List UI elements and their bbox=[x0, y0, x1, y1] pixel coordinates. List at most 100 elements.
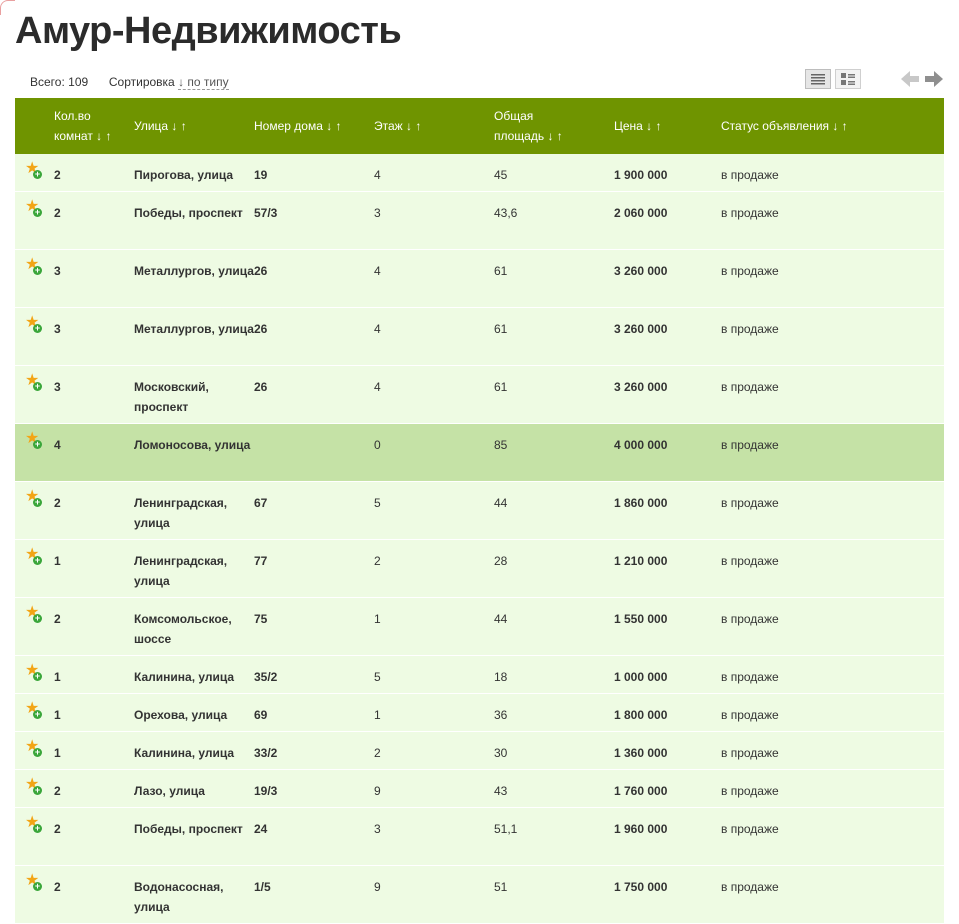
house-number: 33/2 bbox=[254, 731, 374, 770]
rooms-link[interactable]: 3 bbox=[54, 365, 134, 424]
header-status[interactable]: Статус объявления ↓ ↑ bbox=[721, 98, 944, 154]
rooms-link[interactable]: 1 bbox=[54, 693, 134, 732]
status: в продаже bbox=[721, 307, 944, 366]
price: 3 260 000 bbox=[614, 365, 721, 424]
rooms-link[interactable]: 1 bbox=[54, 731, 134, 770]
street-link[interactable]: Победы, проспект bbox=[134, 807, 254, 866]
street-link[interactable]: Ленинградская, улица bbox=[134, 539, 254, 598]
header-area-line1: Общая bbox=[494, 109, 534, 123]
area: 85 bbox=[494, 423, 614, 482]
rooms-link[interactable]: 1 bbox=[54, 655, 134, 694]
star-add-icon[interactable]: ★ + bbox=[25, 431, 42, 450]
table-row: ★ + 1 Калинина, улица 35/2 5 18 1 000 000… bbox=[15, 655, 944, 694]
floor: 3 bbox=[374, 807, 494, 866]
sort-by-type-link[interactable]: ↓ по типу bbox=[178, 75, 229, 90]
area: 51 bbox=[494, 865, 614, 924]
page-title: Амур-Недвижимость bbox=[15, 10, 402, 52]
grid-view-button[interactable] bbox=[835, 69, 861, 89]
star-add-icon[interactable]: ★ + bbox=[25, 373, 42, 392]
area: 45 bbox=[494, 154, 614, 192]
street-link[interactable]: Московский, проспект bbox=[134, 365, 254, 424]
header-area[interactable]: Общая площадь ↓ ↑ bbox=[494, 98, 614, 154]
street-link[interactable]: Металлургов, улица bbox=[134, 307, 254, 366]
rooms-link[interactable]: 3 bbox=[54, 249, 134, 308]
header-favorite bbox=[15, 98, 54, 154]
status: в продаже bbox=[721, 481, 944, 540]
rooms-link[interactable]: 4 bbox=[54, 423, 134, 482]
rooms-link[interactable]: 2 bbox=[54, 769, 134, 808]
status: в продаже bbox=[721, 865, 944, 924]
star-add-icon[interactable]: ★ + bbox=[25, 663, 42, 682]
street-link[interactable]: Орехова, улица bbox=[134, 693, 254, 732]
house-number: 26 bbox=[254, 365, 374, 424]
header-house[interactable]: Номер дома ↓ ↑ bbox=[254, 98, 374, 154]
house-number: 26 bbox=[254, 307, 374, 366]
star-add-icon[interactable]: ★ + bbox=[25, 315, 42, 334]
star-add-icon[interactable]: ★ + bbox=[25, 815, 42, 834]
star-add-icon[interactable]: ★ + bbox=[25, 161, 42, 180]
price: 1 800 000 bbox=[614, 693, 721, 732]
house-number: 67 bbox=[254, 481, 374, 540]
house-number: 75 bbox=[254, 597, 374, 656]
star-add-icon[interactable]: ★ + bbox=[25, 701, 42, 720]
street-link[interactable]: Калинина, улица bbox=[134, 655, 254, 694]
table-row: ★ + 2 Пирогова, улица 19 4 45 1 900 000 в… bbox=[15, 154, 944, 192]
price: 1 750 000 bbox=[614, 865, 721, 924]
star-add-icon[interactable]: ★ + bbox=[25, 873, 42, 892]
star-add-icon[interactable]: ★ + bbox=[25, 605, 42, 624]
floor: 5 bbox=[374, 655, 494, 694]
rooms-link[interactable]: 2 bbox=[54, 481, 134, 540]
price: 3 260 000 bbox=[614, 249, 721, 308]
rooms-link[interactable]: 2 bbox=[54, 807, 134, 866]
star-add-icon[interactable]: ★ + bbox=[25, 489, 42, 508]
area: 28 bbox=[494, 539, 614, 598]
corner-decoration bbox=[0, 0, 15, 15]
list-view-button[interactable] bbox=[805, 69, 831, 89]
rooms-link[interactable]: 3 bbox=[54, 307, 134, 366]
street-link[interactable]: Лазо, улица bbox=[134, 769, 254, 808]
star-add-icon[interactable]: ★ + bbox=[25, 199, 42, 218]
street-link[interactable]: Ленинградская, улица bbox=[134, 481, 254, 540]
table-row: ★ + 2 Лазо, улица 19/3 9 43 1 760 000 в п… bbox=[15, 769, 944, 808]
rooms-link[interactable]: 2 bbox=[54, 154, 134, 192]
floor: 4 bbox=[374, 249, 494, 308]
status: в продаже bbox=[721, 191, 944, 250]
header-rooms[interactable]: Кол.во комнат ↓ ↑ bbox=[54, 98, 134, 154]
arrow-left-icon[interactable] bbox=[900, 70, 920, 88]
floor: 0 bbox=[374, 423, 494, 482]
star-add-icon[interactable]: ★ + bbox=[25, 739, 42, 758]
floor: 5 bbox=[374, 481, 494, 540]
header-rooms-line2: комнат ↓ ↑ bbox=[54, 129, 112, 143]
header-price[interactable]: Цена ↓ ↑ bbox=[614, 98, 721, 154]
rooms-link[interactable]: 2 bbox=[54, 865, 134, 924]
star-add-icon[interactable]: ★ + bbox=[25, 777, 42, 796]
arrow-right-icon[interactable] bbox=[924, 70, 944, 88]
rooms-link[interactable]: 1 bbox=[54, 539, 134, 598]
street-link[interactable]: Металлургов, улица bbox=[134, 249, 254, 308]
street-link[interactable]: Победы, проспект bbox=[134, 191, 254, 250]
star-add-icon[interactable]: ★ + bbox=[25, 257, 42, 276]
star-add-icon[interactable]: ★ + bbox=[25, 547, 42, 566]
table-header-row: Кол.во комнат ↓ ↑ Улица ↓ ↑ Номер дома ↓… bbox=[15, 98, 944, 154]
street-link[interactable]: Водонасосная, улица bbox=[134, 865, 254, 924]
price: 2 060 000 bbox=[614, 191, 721, 250]
header-floor[interactable]: Этаж ↓ ↑ bbox=[374, 98, 494, 154]
street-link[interactable]: Пирогова, улица bbox=[134, 154, 254, 192]
rooms-link[interactable]: 2 bbox=[54, 191, 134, 250]
street-link[interactable]: Ломоносова, улица bbox=[134, 423, 254, 482]
header-street[interactable]: Улица ↓ ↑ bbox=[134, 98, 254, 154]
status: в продаже bbox=[721, 154, 944, 192]
pagination-arrows bbox=[900, 70, 944, 88]
table-row: ★ + 3 Московский, проспект 26 4 61 3 260 … bbox=[15, 365, 944, 424]
status: в продаже bbox=[721, 423, 944, 482]
header-rooms-line1: Кол.во bbox=[54, 109, 91, 123]
street-link[interactable]: Калинина, улица bbox=[134, 731, 254, 770]
status: в продаже bbox=[721, 693, 944, 732]
area: 18 bbox=[494, 655, 614, 694]
house-number: 1/5 bbox=[254, 865, 374, 924]
rooms-link[interactable]: 2 bbox=[54, 597, 134, 656]
status: в продаже bbox=[721, 731, 944, 770]
status: в продаже bbox=[721, 655, 944, 694]
total-count: 109 bbox=[68, 75, 89, 89]
street-link[interactable]: Комсомольское, шоссе bbox=[134, 597, 254, 656]
